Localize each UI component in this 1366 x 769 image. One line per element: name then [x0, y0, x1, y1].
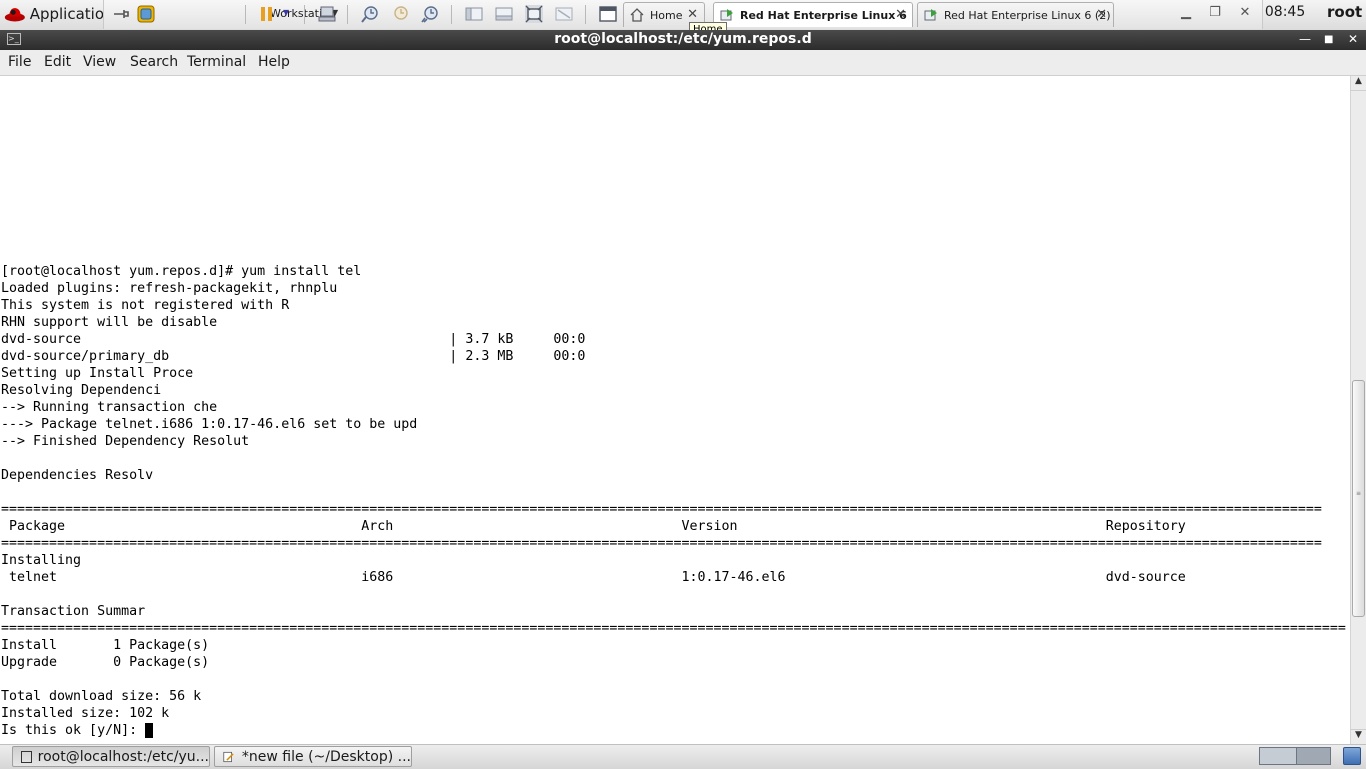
- toolbar-divider: [347, 5, 348, 24]
- snapshot-revert-icon[interactable]: [391, 5, 409, 23]
- vmware-workstation-icon[interactable]: [137, 5, 155, 23]
- toolbar-divider: [245, 5, 246, 24]
- terminal-line: dvd-source/primary_db | 2.3 MB 00:0: [1, 349, 586, 364]
- terminal-line: dvd-source | 3.7 kB 00:0: [1, 332, 586, 347]
- workspace-switcher[interactable]: [1259, 747, 1331, 765]
- unity-mode-icon[interactable]: [555, 5, 573, 23]
- vm-running-icon: [924, 9, 937, 21]
- maximize-icon[interactable]: ■: [1324, 34, 1333, 45]
- terminal-line: ========================================…: [1, 502, 1322, 517]
- terminal-line: ========================================…: [1, 536, 1322, 551]
- library-icon[interactable]: [599, 5, 617, 23]
- scrollbar-thumb[interactable]: ≡: [1352, 380, 1365, 617]
- applications-menu-label: Applicatio: [29, 5, 104, 23]
- terminal-titlebar[interactable]: >_ root@localhost:/etc/yum.repos.d — ■ ✕: [0, 30, 1366, 50]
- menu-search[interactable]: Search: [130, 54, 178, 70]
- menu-help[interactable]: Help: [258, 54, 290, 70]
- tab-rhel6[interactable]: Red Hat Enterprise Linux 6 ✕: [713, 2, 913, 27]
- terminal-line: Installed size: 102 k: [1, 706, 170, 721]
- terminal-line: Install 1 Package(s): [1, 638, 210, 653]
- minimize-icon[interactable]: ▁: [1179, 6, 1193, 20]
- toolbar-divider: [451, 5, 452, 24]
- taskbar-item-text-editor[interactable]: *new file (~/Desktop) ...: [214, 746, 412, 767]
- terminal-line: telnet i686 1:0.17-46.el6 dvd-source: [1, 570, 1346, 585]
- terminal-line: Transaction Summar: [1, 604, 146, 619]
- power-dropdown-chevron-icon[interactable]: ▼: [283, 8, 289, 17]
- terminal-line: Dependencies Resolv: [1, 468, 154, 483]
- tab-rhel6-2-label: Red Hat Enterprise Linux 6 (2): [944, 8, 1111, 22]
- close-icon[interactable]: ✕: [687, 7, 698, 22]
- tab-rhel6-label: Red Hat Enterprise Linux 6: [740, 8, 907, 22]
- toolbar-divider: [585, 5, 586, 24]
- home-icon: [630, 8, 644, 22]
- text-editor-icon: [223, 751, 234, 762]
- scroll-down-arrow-icon[interactable]: ▼: [1351, 729, 1366, 744]
- terminal-line: [root@localhost yum.repos.d]# yum instal…: [1, 264, 362, 279]
- terminal-lines: [root@localhost yum.repos.d]# yum instal…: [1, 263, 1346, 739]
- show-sidebar-icon[interactable]: [465, 5, 483, 23]
- applications-menu[interactable]: Applicatio: [0, 0, 104, 28]
- vm-running-icon: [720, 9, 733, 21]
- snapshot-manager-icon[interactable]: [421, 5, 439, 23]
- send-ctrl-alt-del-icon[interactable]: [318, 5, 336, 23]
- clock[interactable]: , 08:45: [1256, 4, 1305, 20]
- vertical-scrollbar[interactable]: ▲ ≡ ▼: [1350, 76, 1366, 744]
- terminal-line: Upgrade 0 Package(s): [1, 655, 210, 670]
- close-icon[interactable]: ✕: [895, 7, 906, 22]
- trash-icon[interactable]: [1343, 747, 1361, 765]
- taskbar-item-terminal[interactable]: root@localhost:/etc/yu...: [12, 746, 210, 767]
- terminal-line: Setting up Install Proce: [1, 366, 194, 381]
- user-menu[interactable]: root: [1327, 3, 1362, 21]
- terminal-line: --> Finished Dependency Resolut: [1, 434, 250, 449]
- redhat-logo-icon: [4, 8, 25, 22]
- close-icon[interactable]: ✕: [1096, 7, 1107, 22]
- minimize-icon[interactable]: —: [1299, 32, 1311, 46]
- terminal-output[interactable]: [root@localhost yum.repos.d]# yum instal…: [0, 76, 1350, 744]
- tab-home-label: Home: [650, 8, 683, 22]
- show-thumbnail-bar-icon[interactable]: [495, 5, 513, 23]
- full-screen-icon[interactable]: [525, 5, 543, 23]
- terminal-line: Installing: [1, 553, 82, 568]
- vmware-toolbar: Workstation ▼ ▼ Home ✕ Red Hat Enterpris…: [103, 0, 1263, 29]
- terminal-line: Is this ok [y/N]:: [1, 723, 146, 738]
- snapshot-take-icon[interactable]: [361, 5, 379, 23]
- terminal-line: --> Running transaction che: [1, 400, 218, 415]
- terminal-line: RHN support will be disable: [1, 315, 218, 330]
- menu-file[interactable]: File: [8, 54, 31, 70]
- taskbar-item-label: root@localhost:/etc/yu...: [37, 748, 209, 765]
- terminal-cursor: [145, 723, 153, 738]
- pin-icon[interactable]: [112, 5, 130, 23]
- scroll-up-arrow-icon[interactable]: ▲: [1351, 76, 1366, 91]
- terminal-line: ---> Package telnet.i686 1:0.17-46.el6 s…: [1, 417, 418, 432]
- restore-icon[interactable]: ❐: [1208, 6, 1222, 20]
- workspace-1[interactable]: [1260, 748, 1297, 764]
- terminal-line: This system is not registered with R: [1, 298, 290, 313]
- pause-icon[interactable]: [258, 5, 276, 23]
- terminal-line: Total download size: 56 k: [1, 689, 202, 704]
- menu-view[interactable]: View: [83, 54, 116, 70]
- menu-edit[interactable]: Edit: [44, 54, 71, 70]
- taskbar-item-label: *new file (~/Desktop) ...: [241, 748, 411, 765]
- terminal-line: Package Arch Version Repository: [1, 519, 1346, 534]
- window-title: root@localhost:/etc/yum.repos.d: [554, 31, 812, 47]
- tab-rhel6-2[interactable]: Red Hat Enterprise Linux 6 (2) ✕: [917, 2, 1114, 27]
- close-window-icon[interactable]: ✕: [1238, 6, 1252, 20]
- grip-icon: ≡: [1356, 490, 1362, 497]
- menu-terminal[interactable]: Terminal: [187, 54, 246, 70]
- toolbar-divider: [304, 5, 305, 24]
- terminal-icon: [21, 750, 32, 763]
- bottom-taskbar: root@localhost:/etc/yu... *new file (~/D…: [0, 744, 1366, 769]
- terminal-line: Resolving Dependenci: [1, 383, 162, 398]
- terminal-line: Loaded plugins: refresh-packagekit, rhnp…: [1, 281, 338, 296]
- close-icon[interactable]: ✕: [1348, 32, 1358, 46]
- terminal-line: ========================================…: [1, 621, 1346, 636]
- menu-bar: File Edit View Search Terminal Help: [0, 50, 1366, 76]
